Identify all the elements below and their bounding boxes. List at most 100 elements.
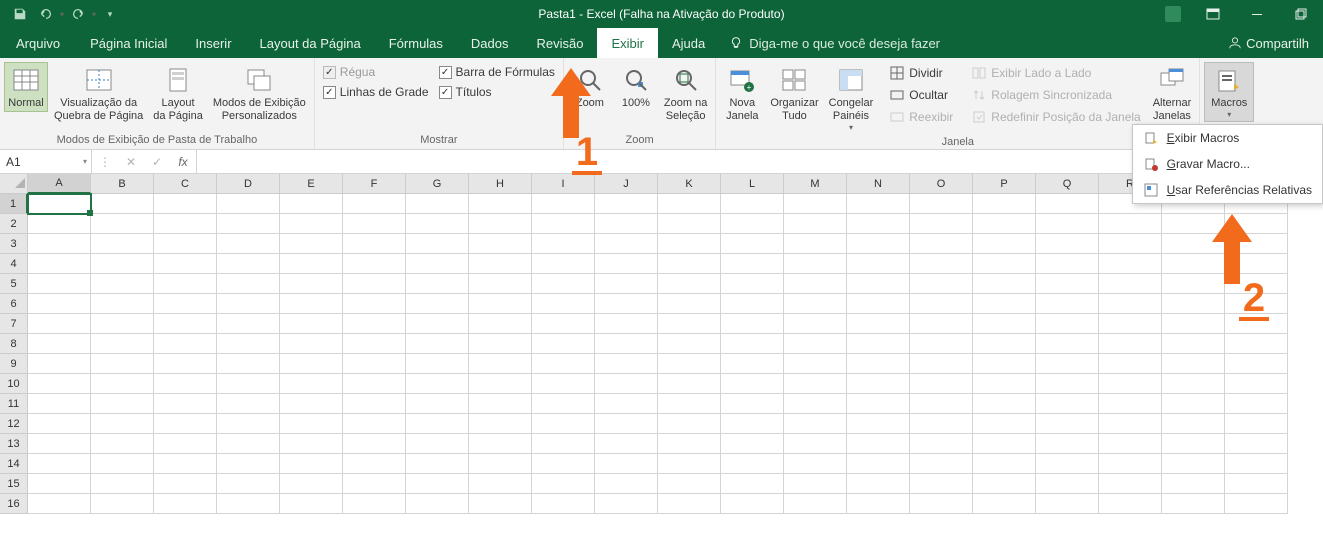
cell[interactable] xyxy=(658,374,721,394)
column-header[interactable]: B xyxy=(91,174,154,194)
cell[interactable] xyxy=(343,394,406,414)
page-layout-button[interactable]: Layout da Página xyxy=(149,62,207,125)
cell[interactable] xyxy=(343,354,406,374)
macros-button[interactable]: Macros ▾ xyxy=(1204,62,1254,122)
cell[interactable] xyxy=(469,334,532,354)
cell[interactable] xyxy=(91,474,154,494)
cell[interactable] xyxy=(28,434,91,454)
cell[interactable] xyxy=(784,434,847,454)
cell[interactable] xyxy=(91,434,154,454)
cell[interactable] xyxy=(1225,414,1288,434)
cell[interactable] xyxy=(784,294,847,314)
cell[interactable] xyxy=(28,194,91,214)
cell[interactable] xyxy=(721,314,784,334)
cell[interactable] xyxy=(406,314,469,334)
fx-icon[interactable]: fx xyxy=(170,155,196,169)
tab-review[interactable]: Revisão xyxy=(523,28,598,58)
cell[interactable] xyxy=(910,434,973,454)
cell[interactable] xyxy=(280,454,343,474)
cell[interactable] xyxy=(154,374,217,394)
cell[interactable] xyxy=(847,374,910,394)
cell[interactable] xyxy=(658,254,721,274)
cell[interactable] xyxy=(658,474,721,494)
cell[interactable] xyxy=(343,454,406,474)
cell[interactable] xyxy=(847,254,910,274)
cell[interactable] xyxy=(847,394,910,414)
cell[interactable] xyxy=(595,254,658,274)
cell[interactable] xyxy=(217,274,280,294)
cell[interactable] xyxy=(1162,274,1225,294)
cell[interactable] xyxy=(721,334,784,354)
cell[interactable] xyxy=(217,494,280,514)
column-header[interactable]: O xyxy=(910,174,973,194)
cell[interactable] xyxy=(784,454,847,474)
cell[interactable] xyxy=(28,394,91,414)
cell[interactable] xyxy=(1225,314,1288,334)
cell[interactable] xyxy=(532,374,595,394)
cell[interactable] xyxy=(595,274,658,294)
cell[interactable] xyxy=(343,414,406,434)
undo-caret-icon[interactable]: ▾ xyxy=(60,10,64,19)
cell[interactable] xyxy=(406,334,469,354)
arrange-all-button[interactable]: Organizar Tudo xyxy=(766,62,822,125)
column-header[interactable]: N xyxy=(847,174,910,194)
column-header[interactable]: P xyxy=(973,174,1036,194)
cell[interactable] xyxy=(469,454,532,474)
cell[interactable] xyxy=(910,454,973,474)
cell[interactable] xyxy=(406,234,469,254)
cell[interactable] xyxy=(280,334,343,354)
cell[interactable] xyxy=(154,354,217,374)
cell[interactable] xyxy=(154,434,217,454)
cell[interactable] xyxy=(1099,294,1162,314)
cell[interactable] xyxy=(280,294,343,314)
cell[interactable] xyxy=(595,234,658,254)
cell[interactable] xyxy=(1162,294,1225,314)
cell[interactable] xyxy=(28,374,91,394)
cell[interactable] xyxy=(91,494,154,514)
cell[interactable] xyxy=(721,294,784,314)
cell[interactable] xyxy=(910,274,973,294)
cell[interactable] xyxy=(1162,314,1225,334)
cell[interactable] xyxy=(910,334,973,354)
cell[interactable] xyxy=(91,254,154,274)
row-header[interactable]: 1 xyxy=(0,194,28,214)
cell[interactable] xyxy=(532,214,595,234)
tab-layout[interactable]: Layout da Página xyxy=(246,28,375,58)
cell[interactable] xyxy=(469,274,532,294)
cell[interactable] xyxy=(973,414,1036,434)
cell[interactable] xyxy=(1225,434,1288,454)
cell[interactable] xyxy=(910,374,973,394)
maximize-icon[interactable] xyxy=(1279,0,1323,28)
cell[interactable] xyxy=(91,294,154,314)
row-header[interactable]: 8 xyxy=(0,334,28,354)
cell[interactable] xyxy=(154,194,217,214)
cell[interactable] xyxy=(1036,194,1099,214)
cell[interactable] xyxy=(658,354,721,374)
cell[interactable] xyxy=(91,274,154,294)
cell[interactable] xyxy=(784,194,847,214)
cell[interactable] xyxy=(154,494,217,514)
cell[interactable] xyxy=(343,194,406,214)
cell[interactable] xyxy=(1036,434,1099,454)
cell[interactable] xyxy=(91,454,154,474)
cell[interactable] xyxy=(721,454,784,474)
zoom-100-button[interactable]: 100% xyxy=(614,62,658,112)
hide-button[interactable]: Ocultar xyxy=(883,86,959,104)
cell[interactable] xyxy=(91,354,154,374)
cell[interactable] xyxy=(1162,434,1225,454)
cell[interactable] xyxy=(406,474,469,494)
save-icon[interactable] xyxy=(8,3,32,25)
cell[interactable] xyxy=(217,474,280,494)
cell[interactable] xyxy=(532,274,595,294)
cell[interactable] xyxy=(154,414,217,434)
cell[interactable] xyxy=(595,314,658,334)
cell[interactable] xyxy=(469,354,532,374)
cell[interactable] xyxy=(154,314,217,334)
zoom-selection-button[interactable]: Zoom na Seleção xyxy=(660,62,711,125)
cell[interactable] xyxy=(91,414,154,434)
row-header[interactable]: 9 xyxy=(0,354,28,374)
cell[interactable] xyxy=(1162,354,1225,374)
cell[interactable] xyxy=(469,314,532,334)
cell[interactable] xyxy=(154,334,217,354)
cell[interactable] xyxy=(532,494,595,514)
